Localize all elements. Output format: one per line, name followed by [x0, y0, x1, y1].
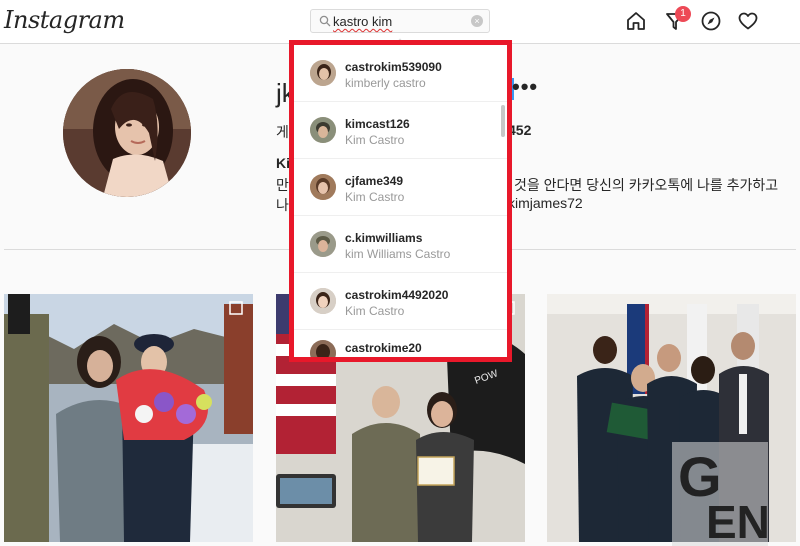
search-box[interactable]: kastro kim × [310, 9, 490, 33]
profile-avatar[interactable] [63, 69, 191, 197]
result-avatar [310, 117, 336, 143]
result-fullname: Kim Castro [345, 133, 405, 147]
activity-heart-icon[interactable] [737, 10, 759, 32]
search-result-item[interactable]: c.kimwilliams kim Williams Castro [294, 216, 507, 273]
dropdown-scrollbar[interactable] [501, 105, 505, 137]
search-input[interactable]: kastro kim [333, 14, 392, 29]
result-avatar [310, 231, 336, 257]
result-fullname: Kim Castro [345, 190, 405, 204]
bio-line-1-end: 것을 안다면 당신의 카카오톡에 나를 추가하고 [514, 177, 779, 193]
result-username: castrokim4492020 [345, 288, 449, 302]
result-fullname: kim Williams Castro [345, 247, 451, 261]
more-options-icon[interactable]: ••• [512, 74, 538, 100]
instagram-logo[interactable]: Instagram [4, 6, 125, 34]
result-username: castrokime20 [345, 341, 422, 355]
search-result-item[interactable]: kimcast126 Kim Castro [294, 102, 507, 159]
result-avatar [310, 288, 336, 314]
result-avatar [310, 340, 336, 357]
result-avatar [310, 174, 336, 200]
result-avatar [310, 60, 336, 86]
clear-search-icon[interactable]: × [471, 15, 483, 27]
result-fullname: kimberly castro [345, 76, 426, 90]
gen-watermark-logo: G EN [672, 442, 768, 546]
result-username: cjfame349 [345, 174, 404, 188]
bio-line-2-end: kimjames72 [508, 195, 583, 211]
search-results-dropdown: castrokim539090 kimberly castro kimcast1… [289, 40, 512, 362]
search-result-item[interactable]: cjfame349 Kim Castro [294, 159, 507, 216]
post-photo [4, 294, 253, 542]
profile-full-name: Ki [276, 155, 290, 171]
result-username: castrokim539090 [345, 60, 442, 74]
result-username: kimcast126 [345, 117, 410, 131]
post-military-bouquet[interactable] [4, 294, 253, 542]
search-results-list[interactable]: castrokim539090 kimberly castro kimcast1… [294, 45, 507, 357]
result-username: c.kimwilliams [345, 231, 423, 245]
search-icon [319, 15, 331, 27]
search-result-item[interactable]: castrokim539090 kimberly castro [294, 45, 507, 102]
result-fullname: Kim Castro [345, 304, 405, 318]
top-navigation-bar: Instagram kastro kim × 1 [0, 0, 800, 44]
notification-badge: 1 [675, 6, 691, 22]
search-result-item[interactable]: castrokim4492020 Kim Castro [294, 273, 507, 330]
explore-compass-icon[interactable] [700, 10, 722, 32]
home-icon[interactable] [625, 10, 647, 32]
search-result-item[interactable]: castrokime20 [294, 330, 507, 357]
avatar-photo [63, 69, 191, 197]
svg-text:EN: EN [706, 496, 768, 546]
